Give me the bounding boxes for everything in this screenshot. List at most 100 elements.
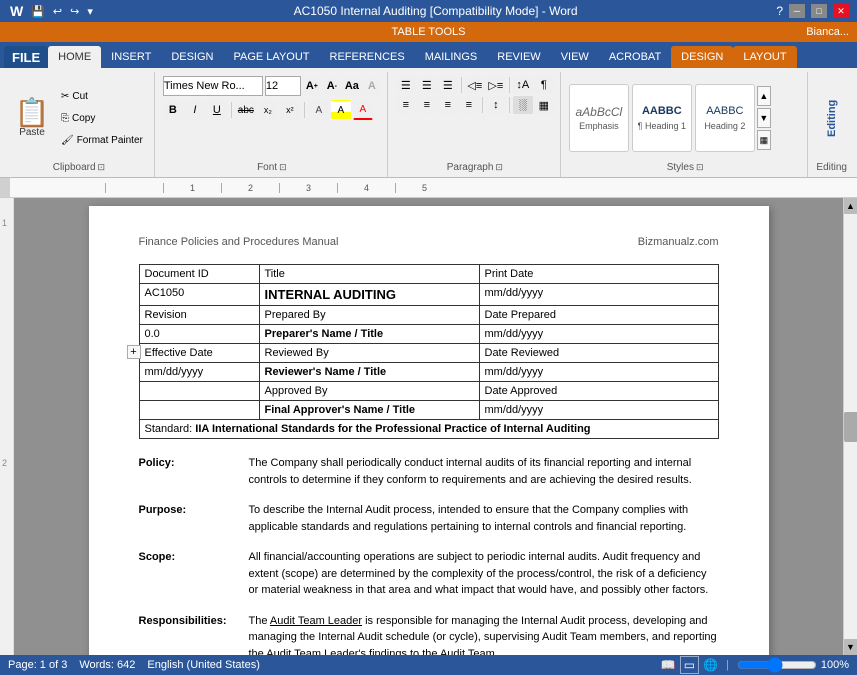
paste-icon: 📋 — [15, 99, 50, 127]
help-btn[interactable]: ? — [776, 4, 783, 18]
clipboard-content: 📋 Paste ✂ Cut ⎘ Copy 🖌 Format Painter — [10, 74, 148, 162]
clipboard-expand-icon[interactable]: ⊡ — [98, 162, 106, 173]
maximize-btn[interactable]: □ — [811, 4, 827, 18]
minimize-btn[interactable]: ─ — [789, 4, 805, 18]
font-separator1 — [231, 102, 232, 118]
clear-formatting-btn[interactable]: A — [363, 77, 381, 95]
table-add-btn[interactable]: + — [127, 345, 141, 359]
tab-home[interactable]: HOME — [48, 46, 101, 68]
style-heading1[interactable]: AABBC ¶ Heading 1 — [632, 84, 692, 152]
align-left-btn[interactable]: ≡ — [396, 96, 416, 114]
sort-btn[interactable]: ↕A — [513, 76, 533, 94]
styles-expand-btn[interactable]: ▦ — [757, 130, 771, 150]
bullets-btn[interactable]: ☰ — [396, 76, 416, 94]
scroll-thumb[interactable] — [844, 412, 857, 442]
heading1-preview: AABBC — [642, 105, 682, 118]
table-row-standard: Standard: IIA International Standards fo… — [139, 420, 718, 439]
decrease-indent-btn[interactable]: ◁≡ — [465, 76, 485, 94]
tab-mailings[interactable]: MAILINGS — [415, 46, 488, 68]
tab-design2[interactable]: DESIGN — [671, 46, 733, 68]
copy-button[interactable]: ⎘ Copy — [56, 108, 148, 128]
web-layout-btn[interactable]: 🌐 — [703, 658, 718, 672]
copy-label: Copy — [72, 113, 95, 124]
table-cell: Approved By — [259, 382, 479, 401]
ribbon: 📋 Paste ✂ Cut ⎘ Copy 🖌 Format Painter C — [0, 68, 857, 178]
shading-btn[interactable]: ░ — [513, 96, 533, 114]
ribbon-group-clipboard: 📋 Paste ✂ Cut ⎘ Copy 🖌 Format Painter C — [4, 72, 155, 177]
underline-btn[interactable]: U — [207, 100, 227, 120]
strikethrough-btn[interactable]: abc — [236, 100, 256, 120]
table-cell-revision: 0.0 — [139, 325, 259, 344]
paragraph-content: ☰ ☰ ☰ ◁≡ ▷≡ ↕A ¶ ≡ ≡ ≡ ≡ ↕ ░ ▦ — [396, 74, 554, 162]
tab-layout2[interactable]: LAYOUT — [733, 46, 796, 68]
multilevel-btn[interactable]: ☰ — [438, 76, 458, 94]
align-right-btn[interactable]: ≡ — [438, 96, 458, 114]
table-cell-dateprepared: mm/dd/yyyy — [479, 325, 718, 344]
user-name: Bianca... — [806, 26, 849, 38]
paste-label: Paste — [19, 127, 45, 138]
close-btn[interactable]: ✕ — [833, 4, 849, 18]
tab-page-layout[interactable]: PAGE LAYOUT — [224, 46, 320, 68]
ruler-mark-2: 1 — [163, 183, 221, 193]
numbering-btn[interactable]: ☰ — [417, 76, 437, 94]
paste-button[interactable]: 📋 Paste — [10, 84, 54, 152]
cut-button[interactable]: ✂ Cut — [56, 86, 148, 106]
editing-label[interactable]: Editing — [826, 78, 838, 158]
subscript-btn[interactable]: x₂ — [258, 100, 278, 120]
style-emphasis[interactable]: aAbBcCl Emphasis — [569, 84, 629, 152]
page-marker-2: 2 — [2, 458, 7, 468]
tab-acrobat[interactable]: ACROBAT — [599, 46, 671, 68]
tab-view[interactable]: VIEW — [551, 46, 599, 68]
table-cell: Print Date — [479, 265, 718, 284]
font-shrink-btn[interactable]: A- — [323, 77, 341, 95]
zoom-slider[interactable] — [737, 659, 817, 671]
text-effects-btn[interactable]: A — [309, 100, 329, 120]
scrollbar-vertical[interactable]: ▲ ▼ — [843, 198, 857, 655]
tab-design[interactable]: DESIGN — [161, 46, 223, 68]
document-area[interactable]: Finance Policies and Procedures Manual B… — [14, 198, 843, 655]
styles-expand-icon[interactable]: ⊡ — [696, 162, 704, 173]
scope-text: All financial/accounting operations are … — [249, 549, 719, 599]
paragraph-expand-icon[interactable]: ⊡ — [495, 162, 503, 173]
change-case-btn[interactable]: Aa — [343, 77, 361, 95]
undo-quick-btn[interactable]: ↩ — [51, 5, 64, 18]
tab-review[interactable]: REVIEW — [487, 46, 550, 68]
read-mode-btn[interactable]: 📖 — [661, 658, 676, 672]
highlight-btn[interactable]: A — [331, 100, 351, 120]
superscript-btn[interactable]: x² — [280, 100, 300, 120]
styles-scroll-up-btn[interactable]: ▲ — [757, 86, 771, 106]
show-all-btn[interactable]: ¶ — [534, 76, 554, 94]
table-row: Approved By Date Approved — [139, 382, 718, 401]
more-quick-btn[interactable]: ▾ — [85, 5, 95, 18]
italic-btn[interactable]: I — [185, 100, 205, 120]
justify-btn[interactable]: ≡ — [459, 96, 479, 114]
tab-insert[interactable]: INSERT — [101, 46, 161, 68]
scroll-up-btn[interactable]: ▲ — [844, 198, 857, 214]
save-quick-btn[interactable]: 💾 — [29, 5, 47, 18]
format-painter-label: Format Painter — [77, 135, 143, 146]
tab-file[interactable]: FILE — [4, 46, 48, 68]
font-size-input[interactable] — [265, 76, 301, 96]
header-left: Finance Policies and Procedures Manual — [139, 236, 339, 248]
style-heading2[interactable]: AABBC Heading 2 — [695, 84, 755, 152]
scroll-down-btn[interactable]: ▼ — [844, 639, 857, 655]
font-name-input[interactable] — [163, 76, 263, 96]
redo-quick-btn[interactable]: ↪ — [68, 5, 81, 18]
bold-btn[interactable]: B — [163, 100, 183, 120]
word-count: Words: 642 — [79, 659, 135, 671]
align-center-btn[interactable]: ≡ — [417, 96, 437, 114]
format-painter-button[interactable]: 🖌 Format Painter — [56, 130, 148, 150]
line-spacing-btn[interactable]: ↕ — [486, 96, 506, 114]
table-container: + Document ID Title Print Date AC1050 IN… — [139, 264, 719, 439]
increase-indent-btn[interactable]: ▷≡ — [486, 76, 506, 94]
borders-btn[interactable]: ▦ — [534, 96, 554, 114]
document-table: Document ID Title Print Date AC1050 INTE… — [139, 264, 719, 439]
tab-references[interactable]: REFERENCES — [320, 46, 415, 68]
styles-scroll-down-btn[interactable]: ▼ — [757, 108, 771, 128]
font-grow-btn[interactable]: A+ — [303, 77, 321, 95]
page-marker: 1 — [2, 218, 7, 228]
font-color-btn[interactable]: A — [353, 100, 373, 120]
font-expand-icon[interactable]: ⊡ — [279, 162, 287, 173]
copy-icon: ⎘ — [61, 113, 69, 124]
print-layout-btn[interactable]: ▭ — [680, 656, 699, 674]
